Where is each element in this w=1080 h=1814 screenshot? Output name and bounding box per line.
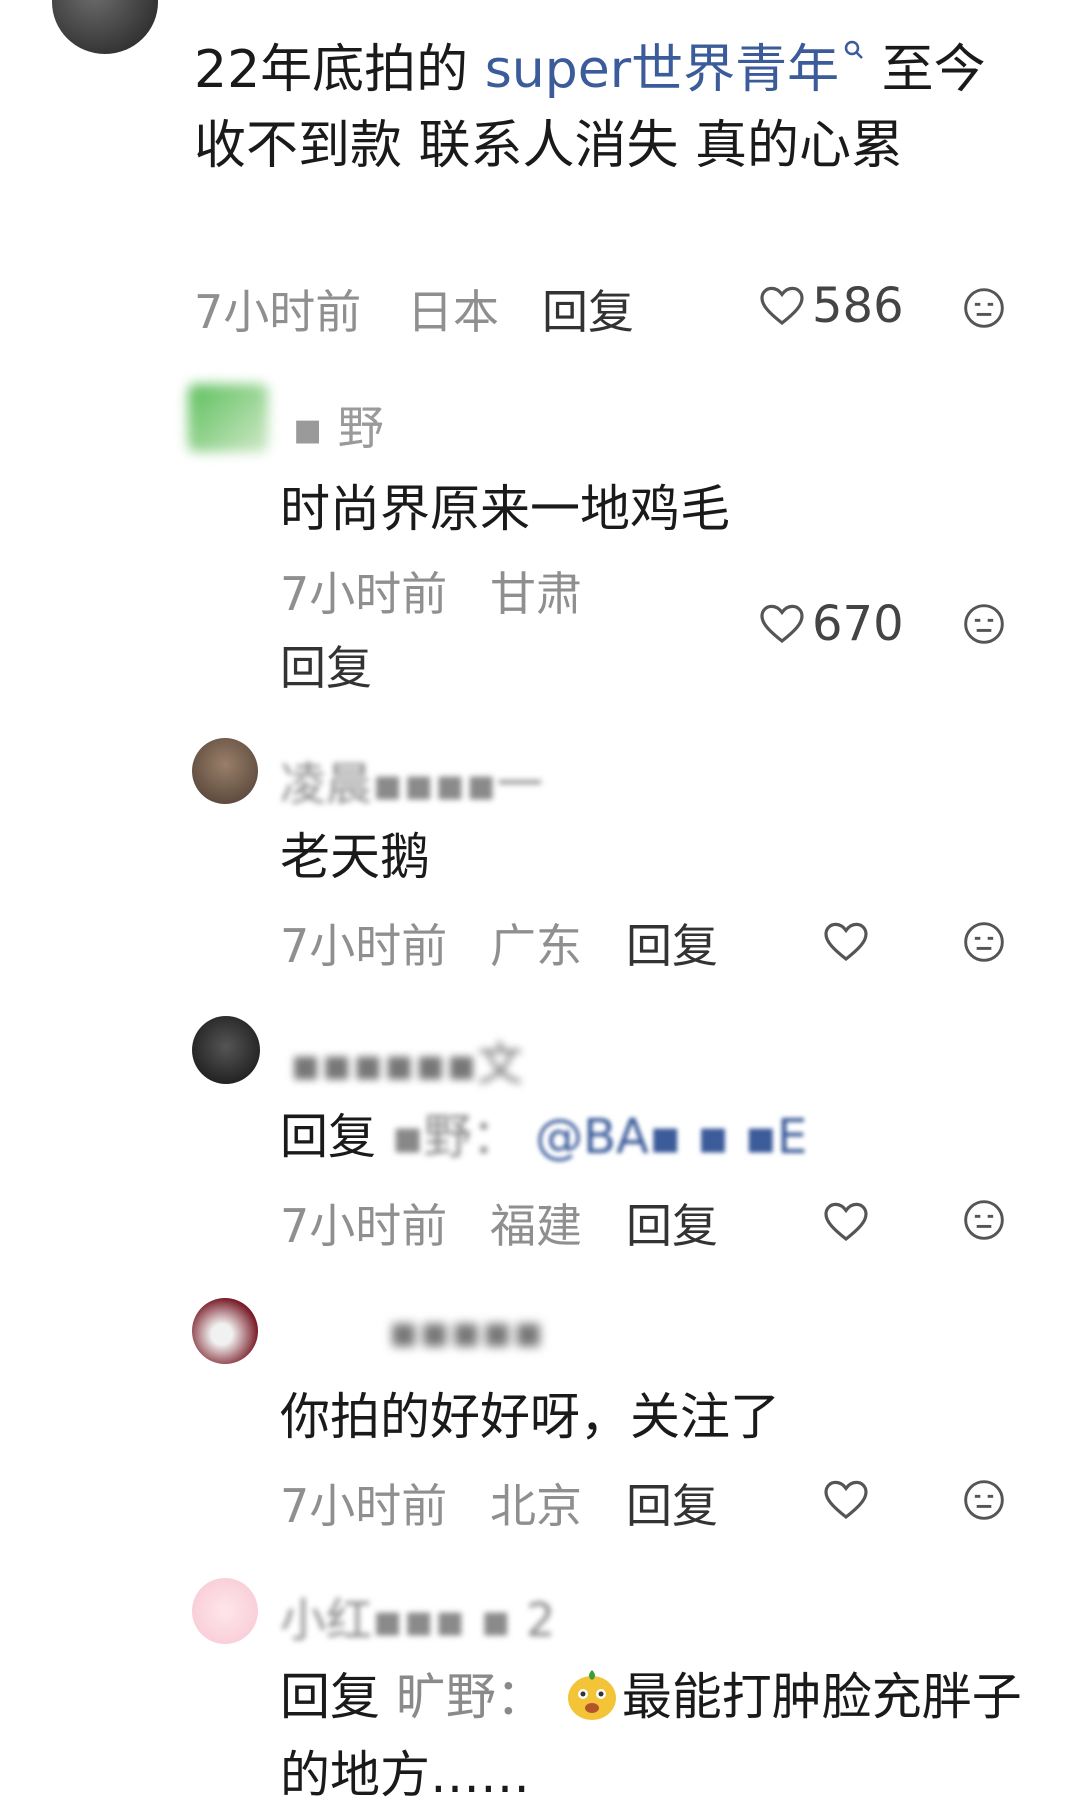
- heart-outline-icon: [760, 286, 804, 326]
- username[interactable]: ▪▪▪▪▪▪文: [290, 1028, 523, 1094]
- like-button[interactable]: [822, 1198, 876, 1246]
- username[interactable]: 凌晨▪▪▪▪一: [280, 748, 543, 814]
- timestamp: 7小时前: [280, 919, 448, 973]
- heart-outline-icon: [824, 922, 868, 962]
- emoji-sticker-icon: [567, 1670, 616, 1720]
- like-button[interactable]: 670: [758, 596, 904, 652]
- reply-button[interactable]: 回复: [626, 910, 718, 976]
- meh-face-icon[interactable]: [962, 1478, 1006, 1522]
- username[interactable]: ▪▪▪▪▪: [388, 1304, 544, 1358]
- timestamp: 7小时前: [280, 567, 448, 621]
- comment-text: 22年底拍的 super世界青年 至今收不到款 联系人消失 真的心累: [194, 40, 986, 176]
- location: 广东: [490, 919, 582, 973]
- heart-outline-icon: [824, 1480, 868, 1520]
- username[interactable]: ▪ 野: [292, 392, 384, 458]
- location: 甘肃: [490, 567, 582, 621]
- reply-button[interactable]: 回复: [626, 1470, 718, 1536]
- reply-button[interactable]: 回复: [542, 276, 634, 342]
- heart-outline-icon: [824, 1202, 868, 1242]
- username[interactable]: 小红▪▪▪ ▪ 2: [280, 1584, 555, 1650]
- comment-text: 时尚界原来一地鸡毛: [280, 480, 730, 538]
- timestamp: 7小时前: [280, 1199, 448, 1253]
- avatar[interactable]: [192, 738, 258, 804]
- comment-text: 回复 ▪野： @BA▪ ▪ ▪E: [280, 1109, 808, 1165]
- avatar[interactable]: [192, 1578, 258, 1644]
- avatar[interactable]: [192, 1298, 258, 1364]
- like-button[interactable]: [822, 918, 876, 966]
- reply-button[interactable]: 回复: [280, 632, 372, 698]
- like-count: 670: [812, 596, 904, 652]
- meh-face-icon[interactable]: [962, 920, 1006, 964]
- meh-face-icon[interactable]: [962, 286, 1006, 330]
- comment-text: 你拍的好好呀，关注了: [280, 1388, 780, 1446]
- avatar[interactable]: [192, 1016, 260, 1084]
- like-count: 586: [812, 278, 904, 334]
- avatar[interactable]: [52, 0, 158, 54]
- heart-outline-icon: [760, 604, 804, 644]
- search-link[interactable]: super世界青年: [485, 40, 865, 100]
- comment-text: 老天鹅: [280, 828, 430, 886]
- comment-text: 回复 旷野： 最能打肿脸充胖子的地方……: [280, 1658, 1040, 1814]
- search-icon: [844, 40, 864, 59]
- like-button[interactable]: [822, 1476, 876, 1524]
- meh-face-icon[interactable]: [962, 602, 1006, 646]
- timestamp: 7小时前: [280, 1479, 448, 1533]
- avatar[interactable]: [188, 384, 268, 452]
- reply-button[interactable]: 回复: [626, 1190, 718, 1256]
- like-button[interactable]: 586: [758, 278, 904, 334]
- meh-face-icon[interactable]: [962, 1198, 1006, 1242]
- location: 福建: [490, 1199, 582, 1253]
- timestamp: 7小时前: [194, 285, 362, 339]
- location: 日本: [407, 285, 499, 339]
- location: 北京: [490, 1479, 582, 1533]
